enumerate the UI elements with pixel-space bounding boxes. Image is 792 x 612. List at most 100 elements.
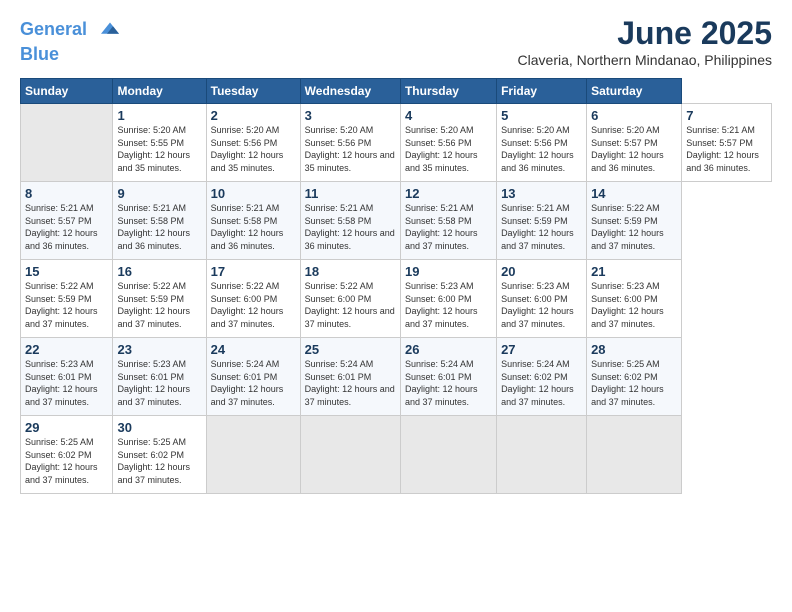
- day-number: 23: [117, 342, 201, 357]
- calendar-cell: 8 Sunrise: 5:21 AM Sunset: 5:57 PM Dayli…: [21, 182, 113, 260]
- calendar-cell: 25 Sunrise: 5:24 AM Sunset: 6:01 PM Dayl…: [300, 338, 400, 416]
- day-number: 5: [501, 108, 582, 123]
- calendar-cell: 11 Sunrise: 5:21 AM Sunset: 5:58 PM Dayl…: [300, 182, 400, 260]
- day-number: 16: [117, 264, 201, 279]
- day-detail: Sunrise: 5:21 AM Sunset: 5:57 PM Dayligh…: [686, 124, 767, 174]
- day-number: 15: [25, 264, 108, 279]
- day-detail: Sunrise: 5:20 AM Sunset: 5:56 PM Dayligh…: [501, 124, 582, 174]
- page: General Blue June 2025 Claveria, Norther…: [0, 0, 792, 612]
- day-number: 18: [305, 264, 396, 279]
- calendar-cell: 14 Sunrise: 5:22 AM Sunset: 5:59 PM Dayl…: [587, 182, 682, 260]
- calendar-cell: [21, 104, 113, 182]
- calendar-header-row: SundayMondayTuesdayWednesdayThursdayFrid…: [21, 79, 772, 104]
- day-detail: Sunrise: 5:20 AM Sunset: 5:56 PM Dayligh…: [305, 124, 396, 174]
- calendar-cell: 1 Sunrise: 5:20 AM Sunset: 5:55 PM Dayli…: [113, 104, 206, 182]
- calendar-cell: 20 Sunrise: 5:23 AM Sunset: 6:00 PM Dayl…: [497, 260, 587, 338]
- calendar-week-row: 15 Sunrise: 5:22 AM Sunset: 5:59 PM Dayl…: [21, 260, 772, 338]
- calendar-cell: 27 Sunrise: 5:24 AM Sunset: 6:02 PM Dayl…: [497, 338, 587, 416]
- day-detail: Sunrise: 5:22 AM Sunset: 5:59 PM Dayligh…: [591, 202, 677, 252]
- calendar-cell: 3 Sunrise: 5:20 AM Sunset: 5:56 PM Dayli…: [300, 104, 400, 182]
- day-detail: Sunrise: 5:24 AM Sunset: 6:01 PM Dayligh…: [405, 358, 492, 408]
- day-detail: Sunrise: 5:25 AM Sunset: 6:02 PM Dayligh…: [591, 358, 677, 408]
- calendar-header-monday: Monday: [113, 79, 206, 104]
- day-number: 11: [305, 186, 396, 201]
- calendar-cell: 17 Sunrise: 5:22 AM Sunset: 6:00 PM Dayl…: [206, 260, 300, 338]
- calendar-header-wednesday: Wednesday: [300, 79, 400, 104]
- day-number: 13: [501, 186, 582, 201]
- calendar-cell: 6 Sunrise: 5:20 AM Sunset: 5:57 PM Dayli…: [587, 104, 682, 182]
- day-detail: Sunrise: 5:21 AM Sunset: 5:58 PM Dayligh…: [405, 202, 492, 252]
- day-detail: Sunrise: 5:25 AM Sunset: 6:02 PM Dayligh…: [25, 436, 108, 486]
- calendar-header-saturday: Saturday: [587, 79, 682, 104]
- day-number: 29: [25, 420, 108, 435]
- day-number: 12: [405, 186, 492, 201]
- day-number: 10: [211, 186, 296, 201]
- day-detail: Sunrise: 5:21 AM Sunset: 5:58 PM Dayligh…: [117, 202, 201, 252]
- day-detail: Sunrise: 5:22 AM Sunset: 5:59 PM Dayligh…: [117, 280, 201, 330]
- calendar-cell: 7 Sunrise: 5:21 AM Sunset: 5:57 PM Dayli…: [682, 104, 772, 182]
- day-number: 14: [591, 186, 677, 201]
- day-detail: Sunrise: 5:21 AM Sunset: 5:57 PM Dayligh…: [25, 202, 108, 252]
- day-number: 24: [211, 342, 296, 357]
- day-detail: Sunrise: 5:20 AM Sunset: 5:56 PM Dayligh…: [405, 124, 492, 174]
- calendar-header-sunday: Sunday: [21, 79, 113, 104]
- day-number: 25: [305, 342, 396, 357]
- day-number: 17: [211, 264, 296, 279]
- calendar-cell: 15 Sunrise: 5:22 AM Sunset: 5:59 PM Dayl…: [21, 260, 113, 338]
- day-number: 6: [591, 108, 677, 123]
- day-number: 20: [501, 264, 582, 279]
- day-detail: Sunrise: 5:20 AM Sunset: 5:55 PM Dayligh…: [117, 124, 201, 174]
- month-year: June 2025: [518, 15, 772, 52]
- calendar-header-thursday: Thursday: [400, 79, 496, 104]
- day-detail: Sunrise: 5:24 AM Sunset: 6:02 PM Dayligh…: [501, 358, 582, 408]
- location: Claveria, Northern Mindanao, Philippines: [518, 52, 772, 68]
- calendar-cell: 19 Sunrise: 5:23 AM Sunset: 6:00 PM Dayl…: [400, 260, 496, 338]
- day-number: 26: [405, 342, 492, 357]
- day-detail: Sunrise: 5:24 AM Sunset: 6:01 PM Dayligh…: [305, 358, 396, 408]
- calendar-cell: [300, 416, 400, 494]
- calendar-body: 1 Sunrise: 5:20 AM Sunset: 5:55 PM Dayli…: [21, 104, 772, 494]
- day-detail: Sunrise: 5:22 AM Sunset: 6:00 PM Dayligh…: [305, 280, 396, 330]
- logo: General Blue: [20, 15, 125, 65]
- day-detail: Sunrise: 5:25 AM Sunset: 6:02 PM Dayligh…: [117, 436, 201, 486]
- calendar-cell: 4 Sunrise: 5:20 AM Sunset: 5:56 PM Dayli…: [400, 104, 496, 182]
- day-detail: Sunrise: 5:23 AM Sunset: 6:00 PM Dayligh…: [405, 280, 492, 330]
- day-detail: Sunrise: 5:20 AM Sunset: 5:57 PM Dayligh…: [591, 124, 677, 174]
- day-number: 28: [591, 342, 677, 357]
- day-number: 7: [686, 108, 767, 123]
- day-detail: Sunrise: 5:21 AM Sunset: 5:58 PM Dayligh…: [305, 202, 396, 252]
- day-number: 22: [25, 342, 108, 357]
- day-detail: Sunrise: 5:23 AM Sunset: 6:00 PM Dayligh…: [501, 280, 582, 330]
- header: General Blue June 2025 Claveria, Norther…: [20, 15, 772, 68]
- day-detail: Sunrise: 5:20 AM Sunset: 5:56 PM Dayligh…: [211, 124, 296, 174]
- calendar-cell: 29 Sunrise: 5:25 AM Sunset: 6:02 PM Dayl…: [21, 416, 113, 494]
- calendar-week-row: 29 Sunrise: 5:25 AM Sunset: 6:02 PM Dayl…: [21, 416, 772, 494]
- calendar-cell: 13 Sunrise: 5:21 AM Sunset: 5:59 PM Dayl…: [497, 182, 587, 260]
- day-detail: Sunrise: 5:23 AM Sunset: 6:00 PM Dayligh…: [591, 280, 677, 330]
- day-detail: Sunrise: 5:23 AM Sunset: 6:01 PM Dayligh…: [117, 358, 201, 408]
- calendar-cell: 16 Sunrise: 5:22 AM Sunset: 5:59 PM Dayl…: [113, 260, 206, 338]
- calendar-week-row: 1 Sunrise: 5:20 AM Sunset: 5:55 PM Dayli…: [21, 104, 772, 182]
- calendar-cell: [587, 416, 682, 494]
- day-detail: Sunrise: 5:21 AM Sunset: 5:59 PM Dayligh…: [501, 202, 582, 252]
- day-number: 30: [117, 420, 201, 435]
- calendar-cell: 9 Sunrise: 5:21 AM Sunset: 5:58 PM Dayli…: [113, 182, 206, 260]
- calendar-cell: 28 Sunrise: 5:25 AM Sunset: 6:02 PM Dayl…: [587, 338, 682, 416]
- day-number: 1: [117, 108, 201, 123]
- calendar-cell: 26 Sunrise: 5:24 AM Sunset: 6:01 PM Dayl…: [400, 338, 496, 416]
- calendar-cell: 22 Sunrise: 5:23 AM Sunset: 6:01 PM Dayl…: [21, 338, 113, 416]
- calendar-cell: [497, 416, 587, 494]
- day-number: 9: [117, 186, 201, 201]
- day-detail: Sunrise: 5:21 AM Sunset: 5:58 PM Dayligh…: [211, 202, 296, 252]
- day-detail: Sunrise: 5:22 AM Sunset: 5:59 PM Dayligh…: [25, 280, 108, 330]
- day-number: 27: [501, 342, 582, 357]
- day-number: 8: [25, 186, 108, 201]
- day-number: 2: [211, 108, 296, 123]
- day-number: 4: [405, 108, 492, 123]
- calendar-cell: 10 Sunrise: 5:21 AM Sunset: 5:58 PM Dayl…: [206, 182, 300, 260]
- day-detail: Sunrise: 5:22 AM Sunset: 6:00 PM Dayligh…: [211, 280, 296, 330]
- calendar-week-row: 22 Sunrise: 5:23 AM Sunset: 6:01 PM Dayl…: [21, 338, 772, 416]
- calendar-cell: 12 Sunrise: 5:21 AM Sunset: 5:58 PM Dayl…: [400, 182, 496, 260]
- day-number: 21: [591, 264, 677, 279]
- calendar-cell: 24 Sunrise: 5:24 AM Sunset: 6:01 PM Dayl…: [206, 338, 300, 416]
